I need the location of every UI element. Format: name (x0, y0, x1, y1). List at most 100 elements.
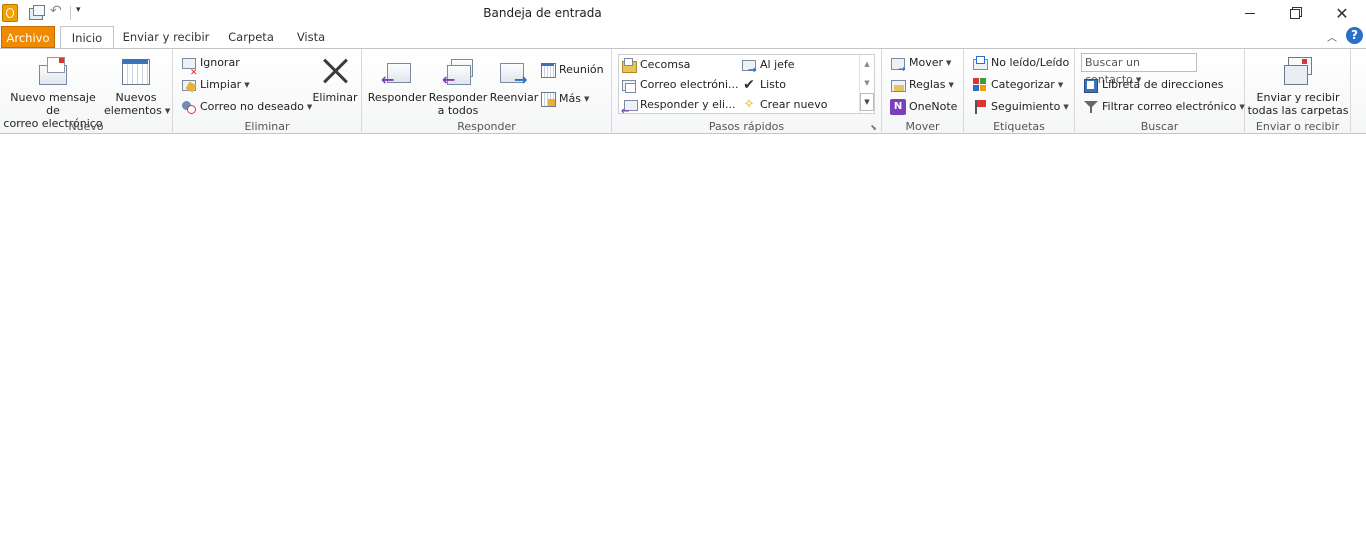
new-email-button[interactable]: Nuevo mensaje de correo electrónico (2, 51, 104, 130)
quick-steps-scrollbar[interactable]: ▲ ▼ ▼ (859, 55, 874, 113)
quick-step-label: Correo electróni... (640, 78, 739, 91)
more-button[interactable]: Más ▼ (540, 89, 589, 109)
onenote-button[interactable]: N OneNote (890, 97, 957, 117)
dropdown-arrow-icon: ▼ (164, 106, 171, 115)
reply-all-label-1: Responder (428, 91, 488, 104)
quick-step-team-email[interactable]: Correo electróni... (621, 75, 739, 95)
group-label-enviar-o-recibir: Enviar o recibir (1255, 120, 1340, 133)
follow-up-label: Seguimiento (991, 100, 1061, 113)
close-button[interactable]: ✕ (1319, 0, 1365, 26)
more-label: Más (559, 92, 581, 105)
tab-inicio[interactable]: Inicio (60, 26, 114, 49)
delete-label: Eliminar (312, 91, 358, 104)
quick-step-al-jefe[interactable]: → Al jefe (741, 55, 795, 76)
dropdown-arrow-icon: ▼ (244, 81, 250, 89)
reply-button[interactable]: ← Responder (367, 51, 427, 104)
junk-label: Correo no deseado (200, 100, 304, 113)
quick-step-label: Crear nuevo (760, 98, 828, 111)
reply-all-label-2: a todos (437, 104, 479, 117)
restore-button[interactable] (1273, 0, 1319, 26)
dropdown-arrow-icon: ▼ (583, 95, 590, 103)
quick-step-cecomsa[interactable]: Cecomsa (621, 55, 690, 75)
group-nuevo: Nuevo mensaje de correo electrónico Nuev… (0, 49, 173, 134)
new-email-label-1: Nuevo mensaje de (10, 91, 96, 117)
quick-step-label: Listo (760, 78, 786, 91)
unread-read-button[interactable]: No leído/Leído (972, 53, 1069, 73)
flag-icon (972, 99, 988, 115)
tab-enviar-y-recibir[interactable]: Enviar y recibir (120, 26, 212, 48)
follow-up-button[interactable]: Seguimiento ▼ (972, 97, 1069, 117)
reply-delete-icon: ← (621, 97, 638, 117)
move-icon: → (890, 55, 906, 75)
categorize-button[interactable]: Categorizar ▼ (972, 75, 1063, 95)
send-receive-all-label-2: todas las carpetas (1247, 104, 1349, 117)
dropdown-arrow-icon: ▼ (946, 59, 952, 67)
move-button[interactable]: → Mover ▼ (890, 53, 952, 75)
new-items-button[interactable]: Nuevos elementos ▼ (104, 51, 171, 118)
group-label-etiquetas: Etiquetas (993, 120, 1045, 133)
group-label-nuevo: Nuevo (68, 120, 104, 133)
minimize-icon (1245, 12, 1255, 14)
rules-button[interactable]: Reglas ▼ (890, 75, 954, 95)
tab-archivo[interactable]: Archivo (1, 26, 55, 48)
delete-button[interactable]: Eliminar (311, 51, 359, 104)
send-receive-all-icon (1282, 55, 1314, 87)
group-pasos-rapidos: Cecomsa → Al jefe Correo electróni... ✔ L… (612, 49, 882, 134)
reply-label: Responder (367, 91, 427, 104)
tab-vista[interactable]: Vista (290, 26, 332, 48)
gallery-expand-icon[interactable]: ▼ (860, 93, 874, 111)
scroll-down-icon[interactable]: ▼ (860, 74, 874, 93)
dropdown-arrow-icon: ▼ (1057, 81, 1064, 89)
help-icon[interactable]: ? (1346, 27, 1363, 44)
meeting-button[interactable]: Reunión (540, 60, 604, 80)
dropdown-arrow-icon: ▼ (1063, 103, 1069, 111)
onenote-icon: N (890, 99, 906, 115)
tab-carpeta[interactable]: Carpeta (222, 26, 280, 48)
scroll-up-icon[interactable]: ▲ (860, 55, 874, 74)
contact-search-input[interactable]: Buscar un contacto ▼ (1081, 53, 1197, 86)
group-label-buscar: Buscar (1140, 120, 1179, 133)
send-receive-all-button[interactable]: Enviar y recibir todas las carpetas (1247, 51, 1349, 117)
folder-move-icon (621, 57, 637, 73)
to-manager-icon: → (741, 57, 757, 76)
filter-email-button[interactable]: Filtrar correo electrónico ▼ (1083, 97, 1245, 117)
dialog-launcher-icon[interactable]: ⬊ (870, 123, 877, 132)
checkmark-icon: ✔ (743, 77, 755, 93)
ignore-button[interactable]: ✕ Ignorar (181, 53, 240, 78)
rules-icon (890, 77, 906, 93)
categorize-label: Categorizar (991, 78, 1055, 91)
ribbon-tabs: Archivo Inicio Enviar y recibir Carpeta … (0, 26, 1366, 49)
send-receive-all-label-1: Enviar y recibir (1256, 91, 1340, 104)
quick-step-create-new[interactable]: ✧ Crear nuevo (741, 95, 828, 115)
new-items-label-2: elementos (104, 104, 162, 117)
collapse-ribbon-icon[interactable]: ︿ (1327, 29, 1337, 44)
quick-steps-gallery: Cecomsa → Al jefe Correo electróni... ✔ L… (618, 54, 875, 117)
group-eliminar: ✕ Ignorar Limpiar ▼ Correo no deseado ▼ El… (173, 49, 362, 134)
create-new-icon: ✧ (743, 97, 755, 112)
address-book-icon (1083, 77, 1099, 93)
quick-step-reply-delete[interactable]: ← Responder y eli... (621, 95, 736, 117)
forward-label: Reenviar (489, 91, 539, 104)
unread-read-icon (972, 55, 988, 71)
quick-step-listo[interactable]: ✔ Listo (741, 75, 786, 95)
clean-up-button[interactable]: Limpiar ▼ (181, 75, 250, 95)
quick-step-label: Responder y eli... (640, 98, 736, 111)
reply-all-button[interactable]: ← Responder a todos (428, 51, 488, 117)
group-label-mover: Mover (905, 120, 940, 133)
move-label: Mover (909, 56, 944, 69)
new-email-icon (37, 55, 69, 87)
meeting-icon (540, 62, 556, 78)
minimize-button[interactable] (1227, 0, 1273, 26)
filter-icon (1083, 99, 1099, 115)
team-email-icon (621, 77, 637, 93)
address-book-button[interactable]: Libreta de direcciones (1083, 75, 1223, 95)
forward-button[interactable]: → Reenviar (488, 51, 540, 104)
group-mover: → Mover ▼ Reglas ▼ N OneNote Mover (882, 49, 964, 134)
clean-up-label: Limpiar (200, 78, 242, 91)
rules-label: Reglas (909, 78, 946, 91)
group-enviar-o-recibir: Enviar y recibir todas las carpetas Envi… (1245, 49, 1351, 134)
ribbon: Nuevo mensaje de correo electrónico Nuev… (0, 48, 1366, 134)
junk-button[interactable]: Correo no deseado ▼ (181, 97, 312, 117)
dropdown-arrow-icon: ▼ (306, 103, 313, 111)
window-title: Bandeja de entrada (483, 6, 602, 20)
